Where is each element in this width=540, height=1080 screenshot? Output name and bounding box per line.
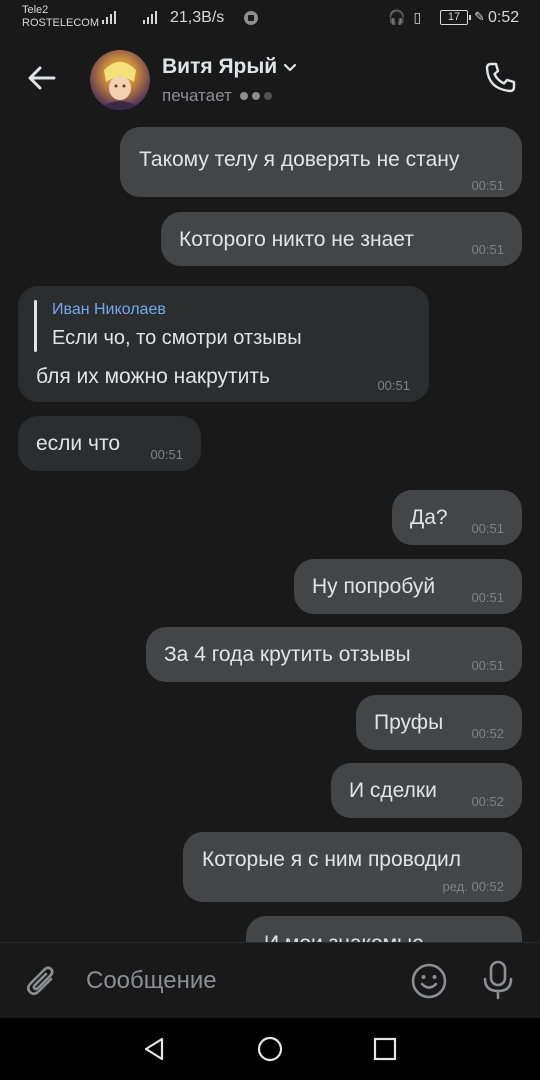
message-time: 00:51 [471, 178, 504, 193]
signal-strength-icon [102, 10, 116, 24]
status-clock: 0:52 [488, 9, 520, 26]
smile-icon[interactable] [410, 962, 448, 1000]
message-time: 00:51 [471, 242, 504, 257]
typing-indicator: печатает [162, 86, 272, 106]
signal-strength-icon [143, 10, 157, 24]
message-bubble-outgoing[interactable]: Такому телу я доверять не стану 00:51 [120, 127, 522, 197]
system-navigation-bar [0, 1018, 540, 1080]
message-text: Да? [410, 506, 448, 529]
typing-dots-icon [239, 92, 272, 100]
status-bar: Tele2 ROSTELECOM 21,3B/s 🎧 ▯ 17 ✎ 0:52 [0, 0, 540, 38]
message-time: 00:51 [471, 590, 504, 605]
paperclip-icon[interactable] [22, 961, 62, 1001]
microphone-icon[interactable] [480, 959, 516, 1001]
message-bubble-outgoing[interactable]: За 4 года крутить отзывы 00:51 [146, 627, 522, 682]
message-text: И сделки [349, 779, 437, 802]
triangle-back-icon[interactable] [140, 1034, 170, 1064]
chat-header: Витя Ярый печатает [0, 38, 540, 122]
headphones-icon: 🎧 [388, 9, 406, 25]
message-bubble-incoming[interactable]: если что 00:51 [18, 416, 201, 471]
message-bubble-outgoing[interactable]: Да? 00:51 [392, 490, 522, 545]
power-saving-icon: ✎ [474, 9, 485, 24]
carrier-info: Tele2 ROSTELECOM [22, 4, 99, 30]
contact-name: Витя Ярый [162, 55, 278, 78]
message-text: бля их можно накрутить [36, 365, 270, 388]
square-recents-icon[interactable] [370, 1034, 400, 1064]
chevron-down-icon [284, 63, 297, 72]
message-input[interactable] [86, 965, 386, 997]
message-bubble-outgoing[interactable]: Которого никто не знает 00:51 [161, 212, 522, 266]
carrier-name-2: ROSTELECOM [22, 17, 100, 29]
message-bubble-outgoing[interactable]: И сделки 00:52 [331, 763, 522, 818]
vk-notification-icon [244, 11, 258, 25]
message-bubble-outgoing[interactable]: Которые я с ним проводил ред. 00:52 [183, 832, 522, 902]
message-text: За 4 года крутить отзывы [164, 643, 411, 666]
phone-icon[interactable] [480, 58, 520, 98]
message-text: Пруфы [374, 711, 444, 734]
message-text: Которые я с ним проводил [202, 848, 462, 871]
network-speed: 21,3B/s [170, 9, 225, 26]
message-text: Такому телу я доверять не стану [139, 148, 460, 171]
message-text: если что [36, 432, 120, 455]
typing-status: печатает [162, 86, 232, 105]
message-time: 00:51 [150, 447, 183, 462]
reply-author[interactable]: Иван Николаев [52, 301, 166, 319]
message-composer [0, 942, 540, 1018]
message-bubble-outgoing[interactable]: Пруфы 00:52 [356, 695, 522, 750]
vibrate-icon: ▯ [413, 9, 422, 25]
chat-title[interactable]: Витя Ярый [162, 55, 297, 79]
message-text: Ну попробуй [312, 575, 436, 598]
carrier-name-1: Tele2 [22, 4, 49, 16]
status-icons: 🎧 ▯ [388, 9, 421, 26]
message-time: 00:51 [377, 378, 410, 393]
message-text: И мои знакомые [264, 932, 424, 942]
message-bubble-incoming[interactable]: Иван Николаев Если чо, то смотри отзывы … [18, 286, 429, 402]
message-list[interactable]: Такому телу я доверять не стану 00:51 Ко… [0, 122, 540, 942]
battery-icon: 17 [440, 10, 471, 25]
circle-home-icon[interactable] [255, 1034, 285, 1064]
arrow-left-icon[interactable] [22, 58, 62, 98]
message-bubble-outgoing[interactable]: Ну попробуй 00:51 [294, 559, 522, 614]
message-time: 00:52 [471, 726, 504, 741]
message-bubble-outgoing[interactable]: И мои знакомые [246, 916, 522, 942]
reply-text[interactable]: Если чо, то смотри отзывы [52, 327, 302, 350]
message-time: 00:51 [471, 658, 504, 673]
message-time: 00:51 [471, 521, 504, 536]
avatar[interactable] [90, 50, 150, 110]
reply-quote-bar [34, 300, 37, 352]
message-text: Которого никто не знает [179, 228, 414, 251]
message-time: 00:52 [471, 794, 504, 809]
message-time: ред. 00:52 [442, 879, 504, 894]
